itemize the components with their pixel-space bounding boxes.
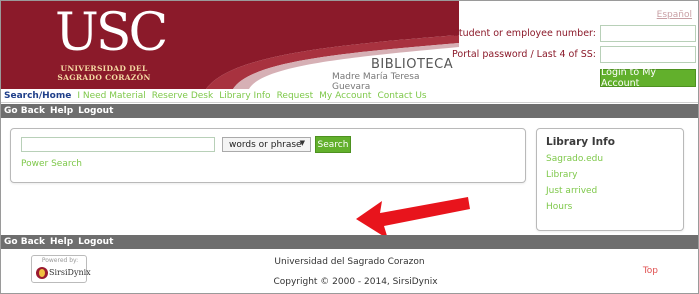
- search-button[interactable]: Search: [315, 136, 351, 153]
- go-back-link[interactable]: Go Back: [4, 237, 45, 247]
- logo-text-line1: UNIVERSIDAD DEL: [60, 64, 148, 73]
- action-bar-bottom: Go Back Help Logout: [1, 235, 698, 249]
- library-info-link[interactable]: Hours: [546, 202, 572, 212]
- library-info-title: Library Info: [546, 136, 615, 148]
- footer: Powered by: SirsiDynix Universidad del S…: [1, 249, 698, 293]
- footer-org-name: Universidad del Sagrado Corazon: [274, 257, 425, 267]
- usc-logo: USC: [55, 3, 168, 63]
- password-label: Portal password / Last 4 of SS:: [452, 49, 596, 60]
- library-info-link[interactable]: Library: [546, 170, 577, 180]
- search-panel: words or phrase ▼ Search Power Search: [10, 128, 526, 183]
- nav-item-search-home[interactable]: Search/Home: [4, 91, 71, 101]
- user-id-field[interactable]: [600, 25, 696, 42]
- logo-text-line2: SAGRADO CORAZÓN: [57, 73, 151, 82]
- page: USC UNIVERSIDAD DEL SAGRADO CORAZÓN BIBL…: [0, 0, 699, 294]
- banner: USC UNIVERSIDAD DEL SAGRADO CORAZÓN BIBL…: [1, 1, 459, 89]
- nav-item-my-account[interactable]: My Account: [319, 91, 371, 101]
- dropdown-arrow-icon: ▼: [299, 139, 305, 147]
- header: USC UNIVERSIDAD DEL SAGRADO CORAZÓN BIBL…: [1, 1, 698, 89]
- red-arrow-icon: [356, 197, 470, 237]
- help-link[interactable]: Help: [50, 106, 73, 116]
- logout-link[interactable]: Logout: [78, 106, 113, 116]
- search-type-select[interactable]: words or phrase ▼: [222, 137, 311, 152]
- action-bar-top: Go Back Help Logout: [1, 104, 698, 118]
- library-info-panel: Library Info Sagrado.edu Library Just ar…: [536, 128, 684, 231]
- user-id-label: Student or employee number:: [452, 28, 596, 39]
- main-nav: Search/Home I Need Material Reserve Desk…: [1, 89, 698, 103]
- library-title: BIBLIOTECA: [371, 57, 454, 72]
- nav-item-i-need-material[interactable]: I Need Material: [77, 91, 145, 101]
- library-info-link[interactable]: Sagrado.edu: [546, 154, 603, 164]
- search-type-value: words or phrase: [229, 139, 302, 150]
- main-content: words or phrase ▼ Search Power Search Li…: [1, 118, 698, 237]
- password-field[interactable]: [600, 46, 696, 63]
- nav-item-request[interactable]: Request: [277, 91, 314, 101]
- sirsidynix-logo-text: SirsiDynix: [49, 268, 91, 277]
- library-subtitle: Madre María Teresa Guevara: [332, 72, 420, 89]
- footer-copyright: Copyright © 2000 - 2014, SirsiDynix: [273, 277, 438, 287]
- help-link[interactable]: Help: [50, 237, 73, 247]
- nav-item-reserve-desk[interactable]: Reserve Desk: [152, 91, 213, 101]
- language-link[interactable]: Español: [657, 10, 692, 20]
- nav-item-contact-us[interactable]: Contact Us: [377, 91, 426, 101]
- login-button[interactable]: Login to My Account: [600, 67, 696, 89]
- power-search-link[interactable]: Power Search: [21, 159, 82, 169]
- back-to-top-link[interactable]: Top: [643, 266, 658, 276]
- library-info-link[interactable]: Just arrived: [546, 186, 597, 196]
- search-input[interactable]: [21, 137, 215, 152]
- go-back-link[interactable]: Go Back: [4, 106, 45, 116]
- logout-link[interactable]: Logout: [78, 237, 113, 247]
- login-panel: Español Student or employee number: Port…: [448, 1, 698, 89]
- nav-item-library-info[interactable]: Library Info: [219, 91, 270, 101]
